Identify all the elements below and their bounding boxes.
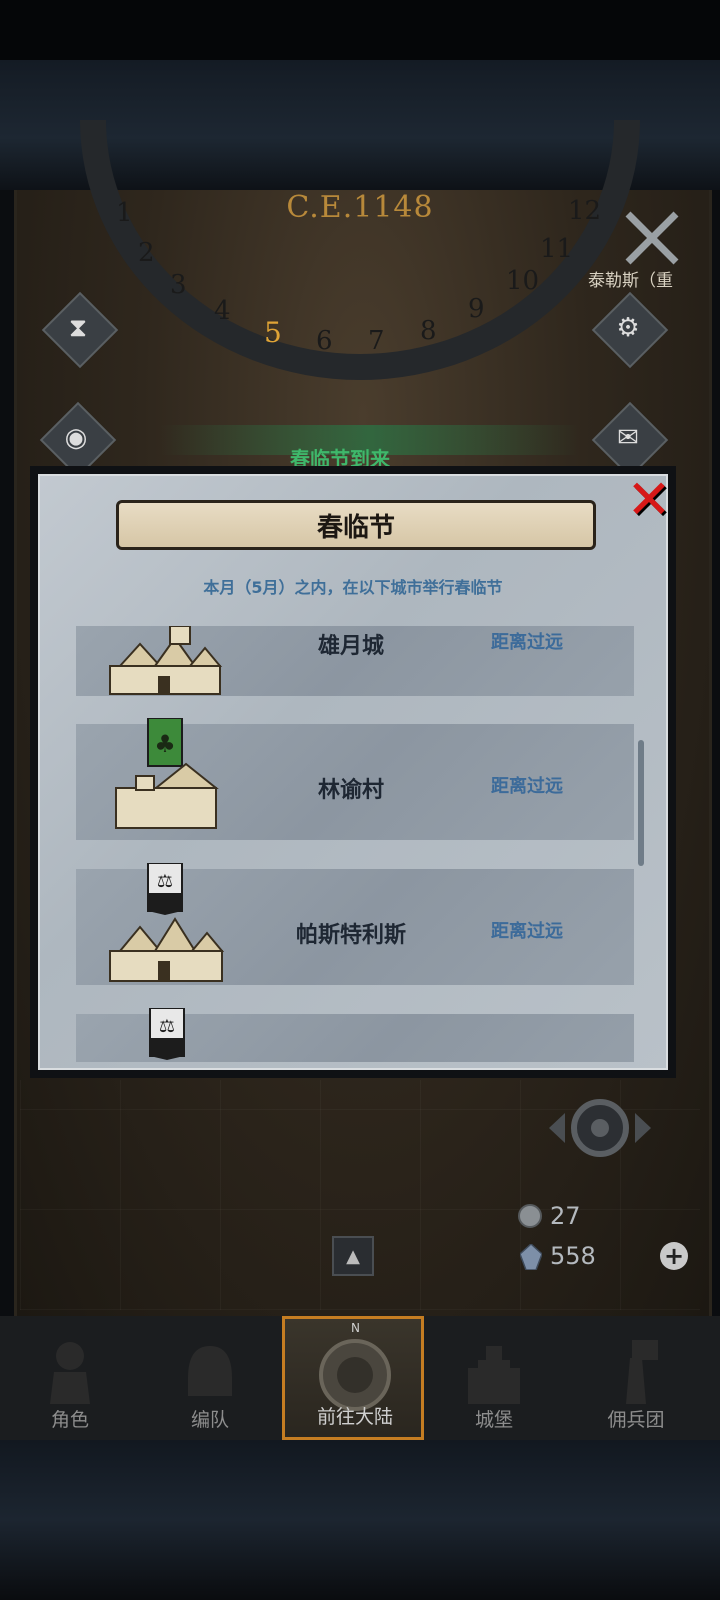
background-haze-bottom xyxy=(0,1440,720,1600)
nav-label: 编队 xyxy=(190,1409,229,1431)
crystal-icon xyxy=(520,1244,542,1270)
hourglass-icon: ⧗ xyxy=(68,312,88,343)
svg-text:⚖: ⚖ xyxy=(157,871,173,892)
arrow-up-icon: ▲ xyxy=(346,1245,360,1267)
collapse-button[interactable]: ▲ xyxy=(332,1236,374,1276)
bottom-nav: 角色 编队 N 前往大陆 城堡 佣兵团 xyxy=(0,1316,720,1440)
envelope-icon: ✉ xyxy=(617,423,639,453)
add-crystal-button[interactable]: + xyxy=(660,1242,688,1270)
svg-text:♣: ♣ xyxy=(154,730,176,758)
svg-text:⚖: ⚖ xyxy=(159,1016,175,1037)
city-name: 雄月城 xyxy=(317,634,384,659)
month-number: 4 xyxy=(214,296,231,326)
year-label: C.E.1148 xyxy=(286,190,434,225)
compass-north-label: N xyxy=(351,1321,360,1335)
nav-item-formation[interactable]: 编队 xyxy=(140,1316,280,1440)
close-button[interactable]: ✕ xyxy=(622,472,676,528)
current-month-number: 5 xyxy=(264,316,282,349)
nav-label: 城堡 xyxy=(474,1409,513,1431)
month-number: 1 xyxy=(116,198,133,228)
city-list[interactable]: 雄月城 距离过远 ♣ 林谕村 距离过远 ⚖ 帕斯特利斯 距离过远 ⚖ xyxy=(60,626,650,1062)
list-item[interactable]: ♣ 林谕村 距离过远 xyxy=(76,718,634,840)
city-name: 帕斯特利斯 xyxy=(295,923,406,948)
settings-button[interactable]: ⚙ xyxy=(591,291,669,369)
crossed-swords-icon xyxy=(625,211,679,265)
month-number: 3 xyxy=(170,270,187,300)
scales-banner-icon: ⚖ xyxy=(149,1008,185,1060)
nav-label: 角色 xyxy=(50,1409,89,1431)
month-number: 12 xyxy=(568,196,602,226)
list-item[interactable]: ⚖ 帕斯特利斯 距离过远 xyxy=(76,863,634,985)
recenter-button[interactable] xyxy=(545,1093,655,1163)
dialog-subtitle: 本月（5月）之内，在以下城市举行春临节 xyxy=(203,578,503,597)
bag-button[interactable]: ◉ xyxy=(39,401,117,479)
dialog-title: 春临节 xyxy=(316,512,395,543)
castle-icon: ⚖ xyxy=(109,863,225,982)
money-bag-icon: ◉ xyxy=(64,423,88,453)
nav-item-continent[interactable]: N 前往大陆 xyxy=(282,1316,424,1440)
crystal-count: 558 xyxy=(550,1242,596,1270)
knight-icon xyxy=(50,1342,90,1404)
castle-icon xyxy=(109,626,223,695)
month-number: 9 xyxy=(468,294,485,324)
city-status: 距离过远 xyxy=(491,632,563,653)
list-item[interactable]: 雄月城 距离过远 xyxy=(76,626,634,696)
helmet-icon xyxy=(188,1346,232,1396)
crosshair-icon xyxy=(549,1099,651,1157)
city-name: 林谕村 xyxy=(317,778,384,803)
city-status: 距离过远 xyxy=(491,776,563,797)
month-number: 8 xyxy=(420,316,437,346)
city-status: 距离过远 xyxy=(491,921,563,942)
tree-banner-icon: ♣ xyxy=(115,718,219,829)
mercenary-icon xyxy=(626,1340,658,1404)
silver-count: 27 xyxy=(550,1202,581,1230)
mail-button[interactable]: ✉ xyxy=(591,401,669,479)
nav-item-mercenary[interactable]: 佣兵团 xyxy=(566,1316,706,1440)
nav-item-character[interactable]: 角色 xyxy=(0,1316,140,1440)
nav-item-castle[interactable]: 城堡 xyxy=(424,1316,564,1440)
month-number: 7 xyxy=(368,326,385,356)
month-number: 2 xyxy=(138,238,155,268)
location-label[interactable]: 泰勒斯（重 xyxy=(588,266,673,291)
gear-icon: ⚙ xyxy=(616,313,640,343)
dialog-title-plate: 春临节 xyxy=(116,500,596,550)
list-scrollbar[interactable] xyxy=(638,740,644,866)
nav-label: 前往大陆 xyxy=(316,1406,393,1428)
close-icon: ✕ xyxy=(626,468,672,531)
castle-nav-icon xyxy=(468,1346,520,1404)
hourglass-button[interactable]: ⧗ xyxy=(41,291,119,369)
list-item[interactable]: ⚖ xyxy=(76,1008,634,1062)
nav-label: 佣兵团 xyxy=(607,1409,665,1431)
month-number: 11 xyxy=(540,234,574,264)
top-dark-band xyxy=(0,0,720,60)
month-number: 10 xyxy=(506,266,540,296)
crossed-swords-button[interactable] xyxy=(620,208,684,268)
silver-coin-icon xyxy=(518,1204,542,1228)
month-number: 6 xyxy=(316,326,333,356)
